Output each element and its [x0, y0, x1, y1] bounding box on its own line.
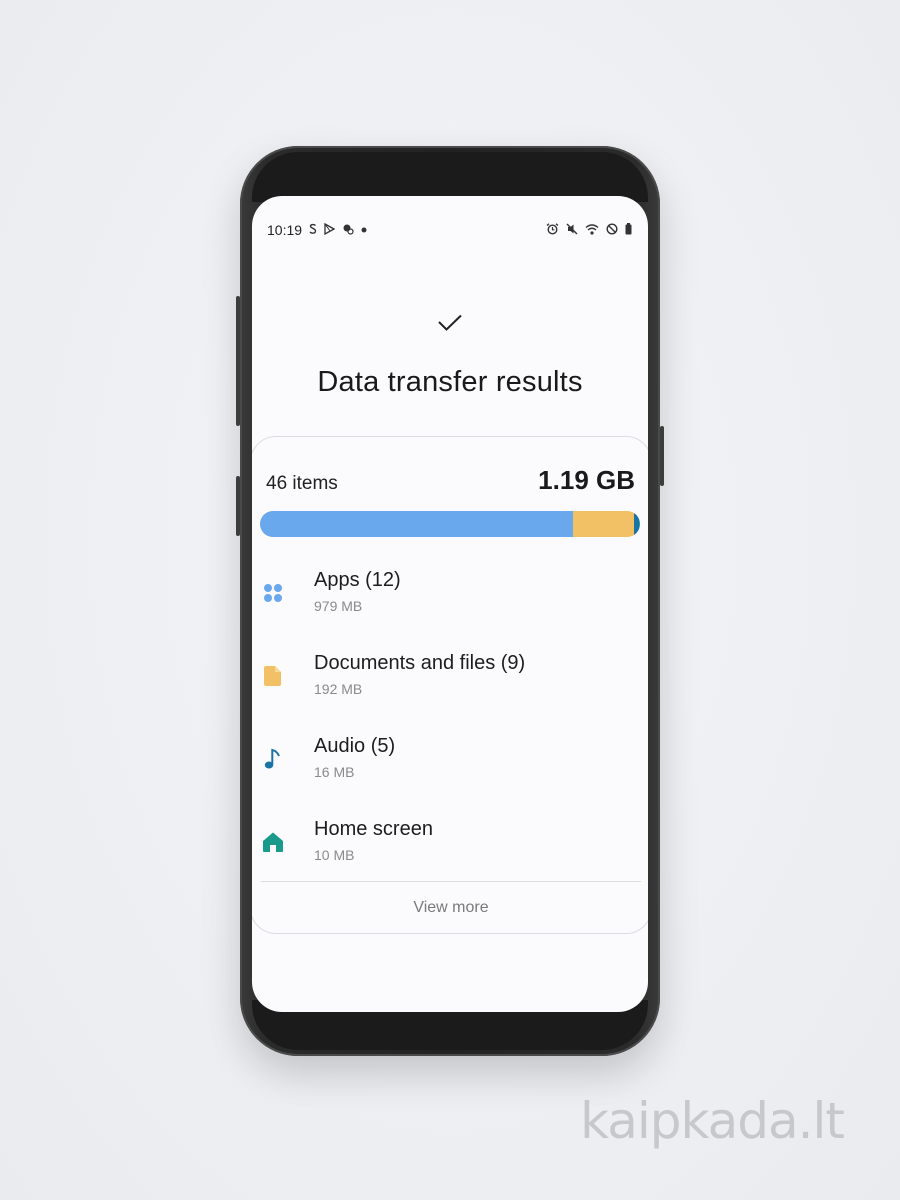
total-size: 1.19 GB: [538, 465, 635, 495]
battery-icon: [625, 222, 632, 238]
item-count: 46 items: [266, 473, 338, 494]
category-label: Home screen: [314, 818, 433, 840]
volume-button: [236, 296, 240, 426]
storage-segment-documents-and-files: [572, 511, 634, 537]
results-card: 46 items 1.19 GB Apps (12) 979 MB Docume…: [252, 436, 648, 934]
status-time: 10:19: [267, 222, 303, 238]
home-icon: [261, 830, 285, 854]
phone-screen: 10:19 Data transfer results 46 items 1.1…: [252, 196, 648, 1012]
weather-icon: [342, 223, 354, 238]
status-left: 10:19: [267, 222, 367, 238]
watermark-logo: kaipkada.lt: [580, 1092, 845, 1150]
background: 10:19 Data transfer results 46 items 1.1…: [0, 0, 900, 1200]
divider: [261, 881, 641, 882]
category-documents: Documents and files (9) 192 MB: [252, 640, 648, 723]
music-note-icon: [261, 747, 285, 771]
category-label: Documents and files (9): [314, 652, 526, 674]
category-audio: Audio (5) 16 MB: [252, 723, 648, 806]
phone-frame: 10:19 Data transfer results 46 items 1.1…: [236, 146, 664, 1056]
storage-bar: [260, 511, 640, 537]
page-title: Data transfer results: [317, 366, 583, 398]
dnd-icon: [606, 222, 618, 238]
category-label: Audio (5): [314, 735, 396, 757]
category-size: 10 MB: [314, 847, 355, 863]
status-right: [546, 222, 632, 238]
mute-icon: [566, 223, 578, 238]
play-store-icon: [324, 222, 336, 238]
bixby-button: [236, 476, 240, 536]
category-size: 192 MB: [314, 681, 363, 697]
status-bar: 10:19: [252, 218, 648, 242]
power-button: [660, 426, 664, 486]
wifi-icon: [585, 223, 599, 238]
document-icon: [261, 664, 285, 688]
alarm-icon: [546, 222, 559, 238]
watermark-text: kaipkada.lt: [580, 1092, 845, 1150]
storage-segment-home-screen: [638, 511, 640, 537]
category-apps: Apps (12) 979 MB: [252, 557, 648, 640]
category-size: 979 MB: [314, 598, 363, 614]
dot-icon: [361, 225, 367, 236]
category-home-screen: Home screen 10 MB: [252, 806, 648, 889]
transfer-summary: 46 items 1.19 GB: [266, 465, 635, 496]
apps-grid-icon: [261, 581, 285, 605]
category-size: 16 MB: [314, 764, 355, 780]
phone-top-bezel: [252, 152, 648, 202]
s-icon: [309, 223, 317, 238]
storage-segment-apps: [260, 511, 573, 537]
checkmark-icon: [252, 314, 648, 337]
category-label: Apps (12): [314, 569, 401, 591]
category-list: Apps (12) 979 MB Documents and files (9)…: [252, 557, 648, 889]
view-more-button[interactable]: View more: [252, 899, 648, 917]
